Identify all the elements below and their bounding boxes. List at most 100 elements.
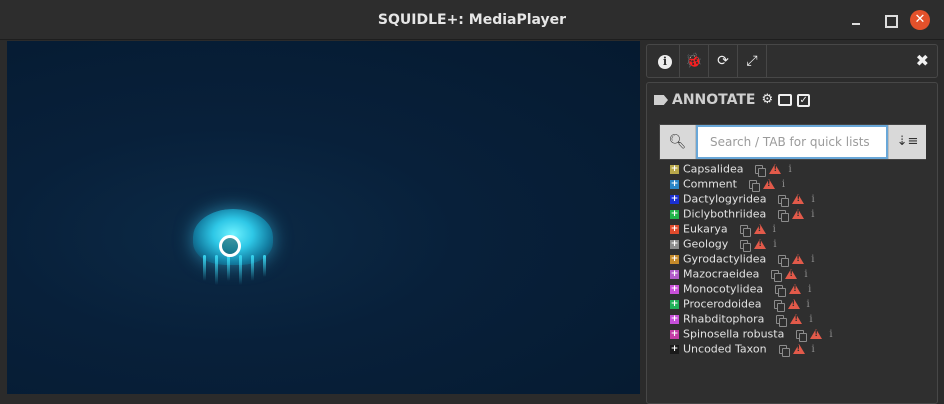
label-list-item[interactable]: + Comment i <box>670 176 930 192</box>
plus-icon[interactable]: + <box>670 179 679 189</box>
warning-icon[interactable] <box>754 239 767 249</box>
copy-icon[interactable] <box>771 269 783 282</box>
info-icon[interactable]: i <box>788 162 791 177</box>
jellyfish-tentacle <box>263 255 266 277</box>
label-list-item[interactable]: + Gyrodactylidea i <box>670 251 930 267</box>
plus-icon[interactable]: + <box>670 284 679 294</box>
label-name[interactable]: Spinosella robusta <box>683 328 784 341</box>
tool-panel: i 🐞 ⟳ ⤢ ✖ <box>646 44 938 78</box>
info-icon[interactable]: i <box>811 207 814 222</box>
info-icon[interactable]: i <box>829 327 832 342</box>
label-list-item[interactable]: + Procerodoidea i <box>670 296 930 312</box>
warning-icon[interactable] <box>792 344 805 354</box>
tags-icon <box>654 95 668 105</box>
label-name[interactable]: Eukarya <box>683 223 728 236</box>
window-title: SQUIDLE+: MediaPlayer <box>377 12 567 28</box>
info-icon[interactable]: i <box>773 222 776 237</box>
maximize-button[interactable] <box>880 10 900 30</box>
copy-icon[interactable] <box>776 314 788 327</box>
copy-icon[interactable] <box>778 194 790 207</box>
label-list-item[interactable]: + Geology i <box>670 236 930 252</box>
image-icon[interactable] <box>778 94 793 106</box>
info-icon[interactable]: i <box>773 237 776 252</box>
label-list-item[interactable]: + Dactylogyridea i <box>670 191 930 207</box>
warning-icon[interactable] <box>792 209 805 219</box>
point-annotation-marker[interactable] <box>219 235 241 257</box>
label-list-item[interactable]: + Mazocraeidea i <box>670 266 930 282</box>
label-name[interactable]: Capsalidea <box>683 163 743 176</box>
label-name[interactable]: Comment <box>683 178 737 191</box>
warning-icon[interactable] <box>753 224 766 234</box>
label-list-item[interactable]: + Spinosella robusta i <box>670 326 930 342</box>
copy-icon[interactable] <box>755 164 767 177</box>
plus-icon[interactable]: + <box>670 224 679 234</box>
label-list-item[interactable]: + Capsalidea i <box>670 161 930 177</box>
plus-icon[interactable]: + <box>670 344 679 354</box>
copy-icon[interactable] <box>775 284 787 297</box>
copy-icon[interactable] <box>740 239 752 252</box>
copy-icon[interactable] <box>778 344 790 357</box>
info-icon[interactable]: i <box>782 177 785 192</box>
close-panel-button[interactable]: ✖ <box>916 45 929 77</box>
plus-icon[interactable]: + <box>670 164 679 174</box>
bug-icon: 🐞 <box>685 53 703 69</box>
info-icon[interactable]: i <box>812 342 815 357</box>
gear-icon[interactable]: ⚙ <box>762 91 774 109</box>
info-icon[interactable]: i <box>811 252 814 267</box>
info-icon[interactable]: i <box>804 267 807 282</box>
label-name[interactable]: Geology <box>683 238 728 251</box>
close-window-button[interactable]: ✕ <box>910 10 930 30</box>
copy-icon[interactable] <box>748 179 760 192</box>
label-name[interactable]: Mazocraeidea <box>683 268 759 281</box>
plus-icon[interactable]: + <box>670 299 679 309</box>
label-name[interactable]: Monocotylidea <box>683 283 763 296</box>
sort-icon[interactable]: ⇣≡ <box>888 125 926 159</box>
warning-icon[interactable] <box>792 194 805 204</box>
label-list-item[interactable]: + Uncoded Taxon i <box>670 341 930 357</box>
fullscreen-button[interactable]: ⤢ <box>738 45 767 77</box>
label-list-item[interactable]: + Monocotylidea i <box>670 281 930 297</box>
info-icon[interactable]: i <box>808 282 811 297</box>
warning-icon[interactable] <box>810 329 823 339</box>
info-icon[interactable]: i <box>809 312 812 327</box>
warning-icon[interactable] <box>789 284 802 294</box>
warning-icon[interactable] <box>769 164 782 174</box>
label-list-item[interactable]: + Diclybothriidea i <box>670 206 930 222</box>
checkbox-icon[interactable]: ✓ <box>797 93 811 107</box>
plus-icon[interactable]: + <box>670 194 679 204</box>
label-name[interactable]: Uncoded Taxon <box>683 343 767 356</box>
search-icon[interactable]: 🔍︎ <box>660 125 696 159</box>
warning-icon[interactable] <box>790 314 803 324</box>
plus-icon[interactable]: + <box>670 239 679 249</box>
info-icon[interactable]: i <box>811 192 814 207</box>
copy-icon[interactable] <box>773 299 785 312</box>
bug-report-button[interactable]: 🐞 <box>680 45 709 77</box>
plus-icon[interactable]: + <box>670 254 679 264</box>
warning-icon[interactable] <box>762 179 775 189</box>
label-list-item[interactable]: + Rhabditophora i <box>670 311 930 327</box>
media-viewer[interactable] <box>7 41 640 394</box>
warning-icon[interactable] <box>787 299 800 309</box>
info-button[interactable]: i <box>651 45 680 77</box>
copy-icon[interactable] <box>796 329 808 342</box>
jellyfish-tentacle <box>203 255 206 281</box>
label-name[interactable]: Procerodoidea <box>683 298 762 311</box>
copy-icon[interactable] <box>739 224 751 237</box>
minimize-button[interactable] <box>846 10 866 30</box>
label-name[interactable]: Rhabditophora <box>683 313 764 326</box>
plus-icon[interactable]: + <box>670 314 679 324</box>
plus-icon[interactable]: + <box>670 269 679 279</box>
plus-icon[interactable]: + <box>670 329 679 339</box>
label-list-item[interactable]: + Eukarya i <box>670 221 930 237</box>
label-search-input[interactable] <box>696 125 888 159</box>
warning-icon[interactable] <box>785 269 798 279</box>
copy-icon[interactable] <box>778 254 790 267</box>
label-name[interactable]: Dactylogyridea <box>683 193 766 206</box>
info-icon[interactable]: i <box>807 297 810 312</box>
copy-icon[interactable] <box>778 209 790 222</box>
warning-icon[interactable] <box>792 254 805 264</box>
refresh-button[interactable]: ⟳ <box>709 45 738 77</box>
plus-icon[interactable]: + <box>670 209 679 219</box>
label-name[interactable]: Diclybothriidea <box>683 208 766 221</box>
label-name[interactable]: Gyrodactylidea <box>683 253 766 266</box>
